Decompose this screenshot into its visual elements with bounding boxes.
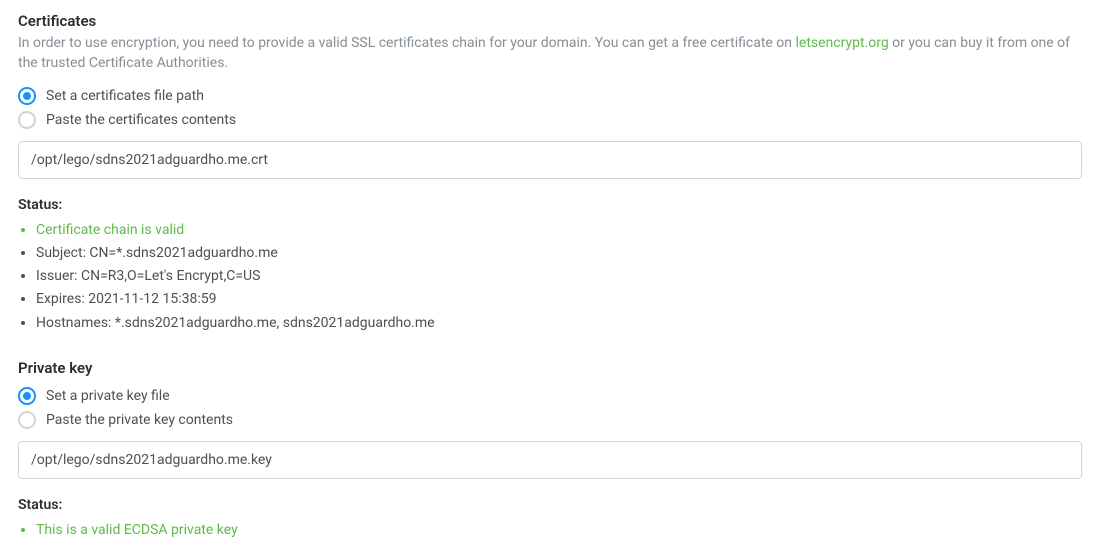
key-status-label: Status: [18,497,1082,513]
private-key-radio-group: Set a private key file Paste the private… [18,387,1082,429]
certificates-description: In order to use encryption, you need to … [18,34,1082,73]
certificates-desc-before: In order to use encryption, you need to … [18,35,796,51]
cert-status-expires: Expires: 2021-11-12 15:38:59 [36,288,1082,311]
cert-radio-paste[interactable]: Paste the certificates contents [18,111,1082,129]
key-radio-file-path[interactable]: Set a private key file [18,387,1082,405]
private-key-title: Private key [18,359,1082,377]
cert-status-hostnames: Hostnames: *.sdns2021adguardho.me, sdns2… [36,312,1082,335]
key-status-list: This is a valid ECDSA private key [18,519,1082,542]
cert-file-path-input[interactable] [18,141,1082,179]
radio-icon [18,387,36,405]
certificates-radio-group: Set a certificates file path Paste the c… [18,87,1082,129]
cert-status-label: Status: [18,197,1082,213]
certificates-title: Certificates [18,12,1082,30]
cert-status-list: Certificate chain is valid Subject: CN=*… [18,219,1082,334]
cert-radio-paste-label: Paste the certificates contents [46,112,236,128]
key-radio-paste[interactable]: Paste the private key contents [18,411,1082,429]
key-file-path-input[interactable] [18,441,1082,479]
certificates-section: Certificates In order to use encryption,… [18,12,1082,335]
cert-status-issuer: Issuer: CN=R3,O=Let's Encrypt,C=US [36,265,1082,288]
radio-icon [18,111,36,129]
private-key-section: Private key Set a private key file Paste… [18,359,1082,542]
radio-icon [18,411,36,429]
radio-icon [18,87,36,105]
key-radio-file-path-label: Set a private key file [46,388,170,404]
key-status-valid: This is a valid ECDSA private key [36,519,1082,542]
cert-radio-file-path-label: Set a certificates file path [46,88,204,104]
cert-status-subject: Subject: CN=*.sdns2021adguardho.me [36,242,1082,265]
letsencrypt-link[interactable]: letsencrypt.org [796,35,889,51]
cert-status-valid: Certificate chain is valid [36,219,1082,242]
key-radio-paste-label: Paste the private key contents [46,412,233,428]
cert-radio-file-path[interactable]: Set a certificates file path [18,87,1082,105]
